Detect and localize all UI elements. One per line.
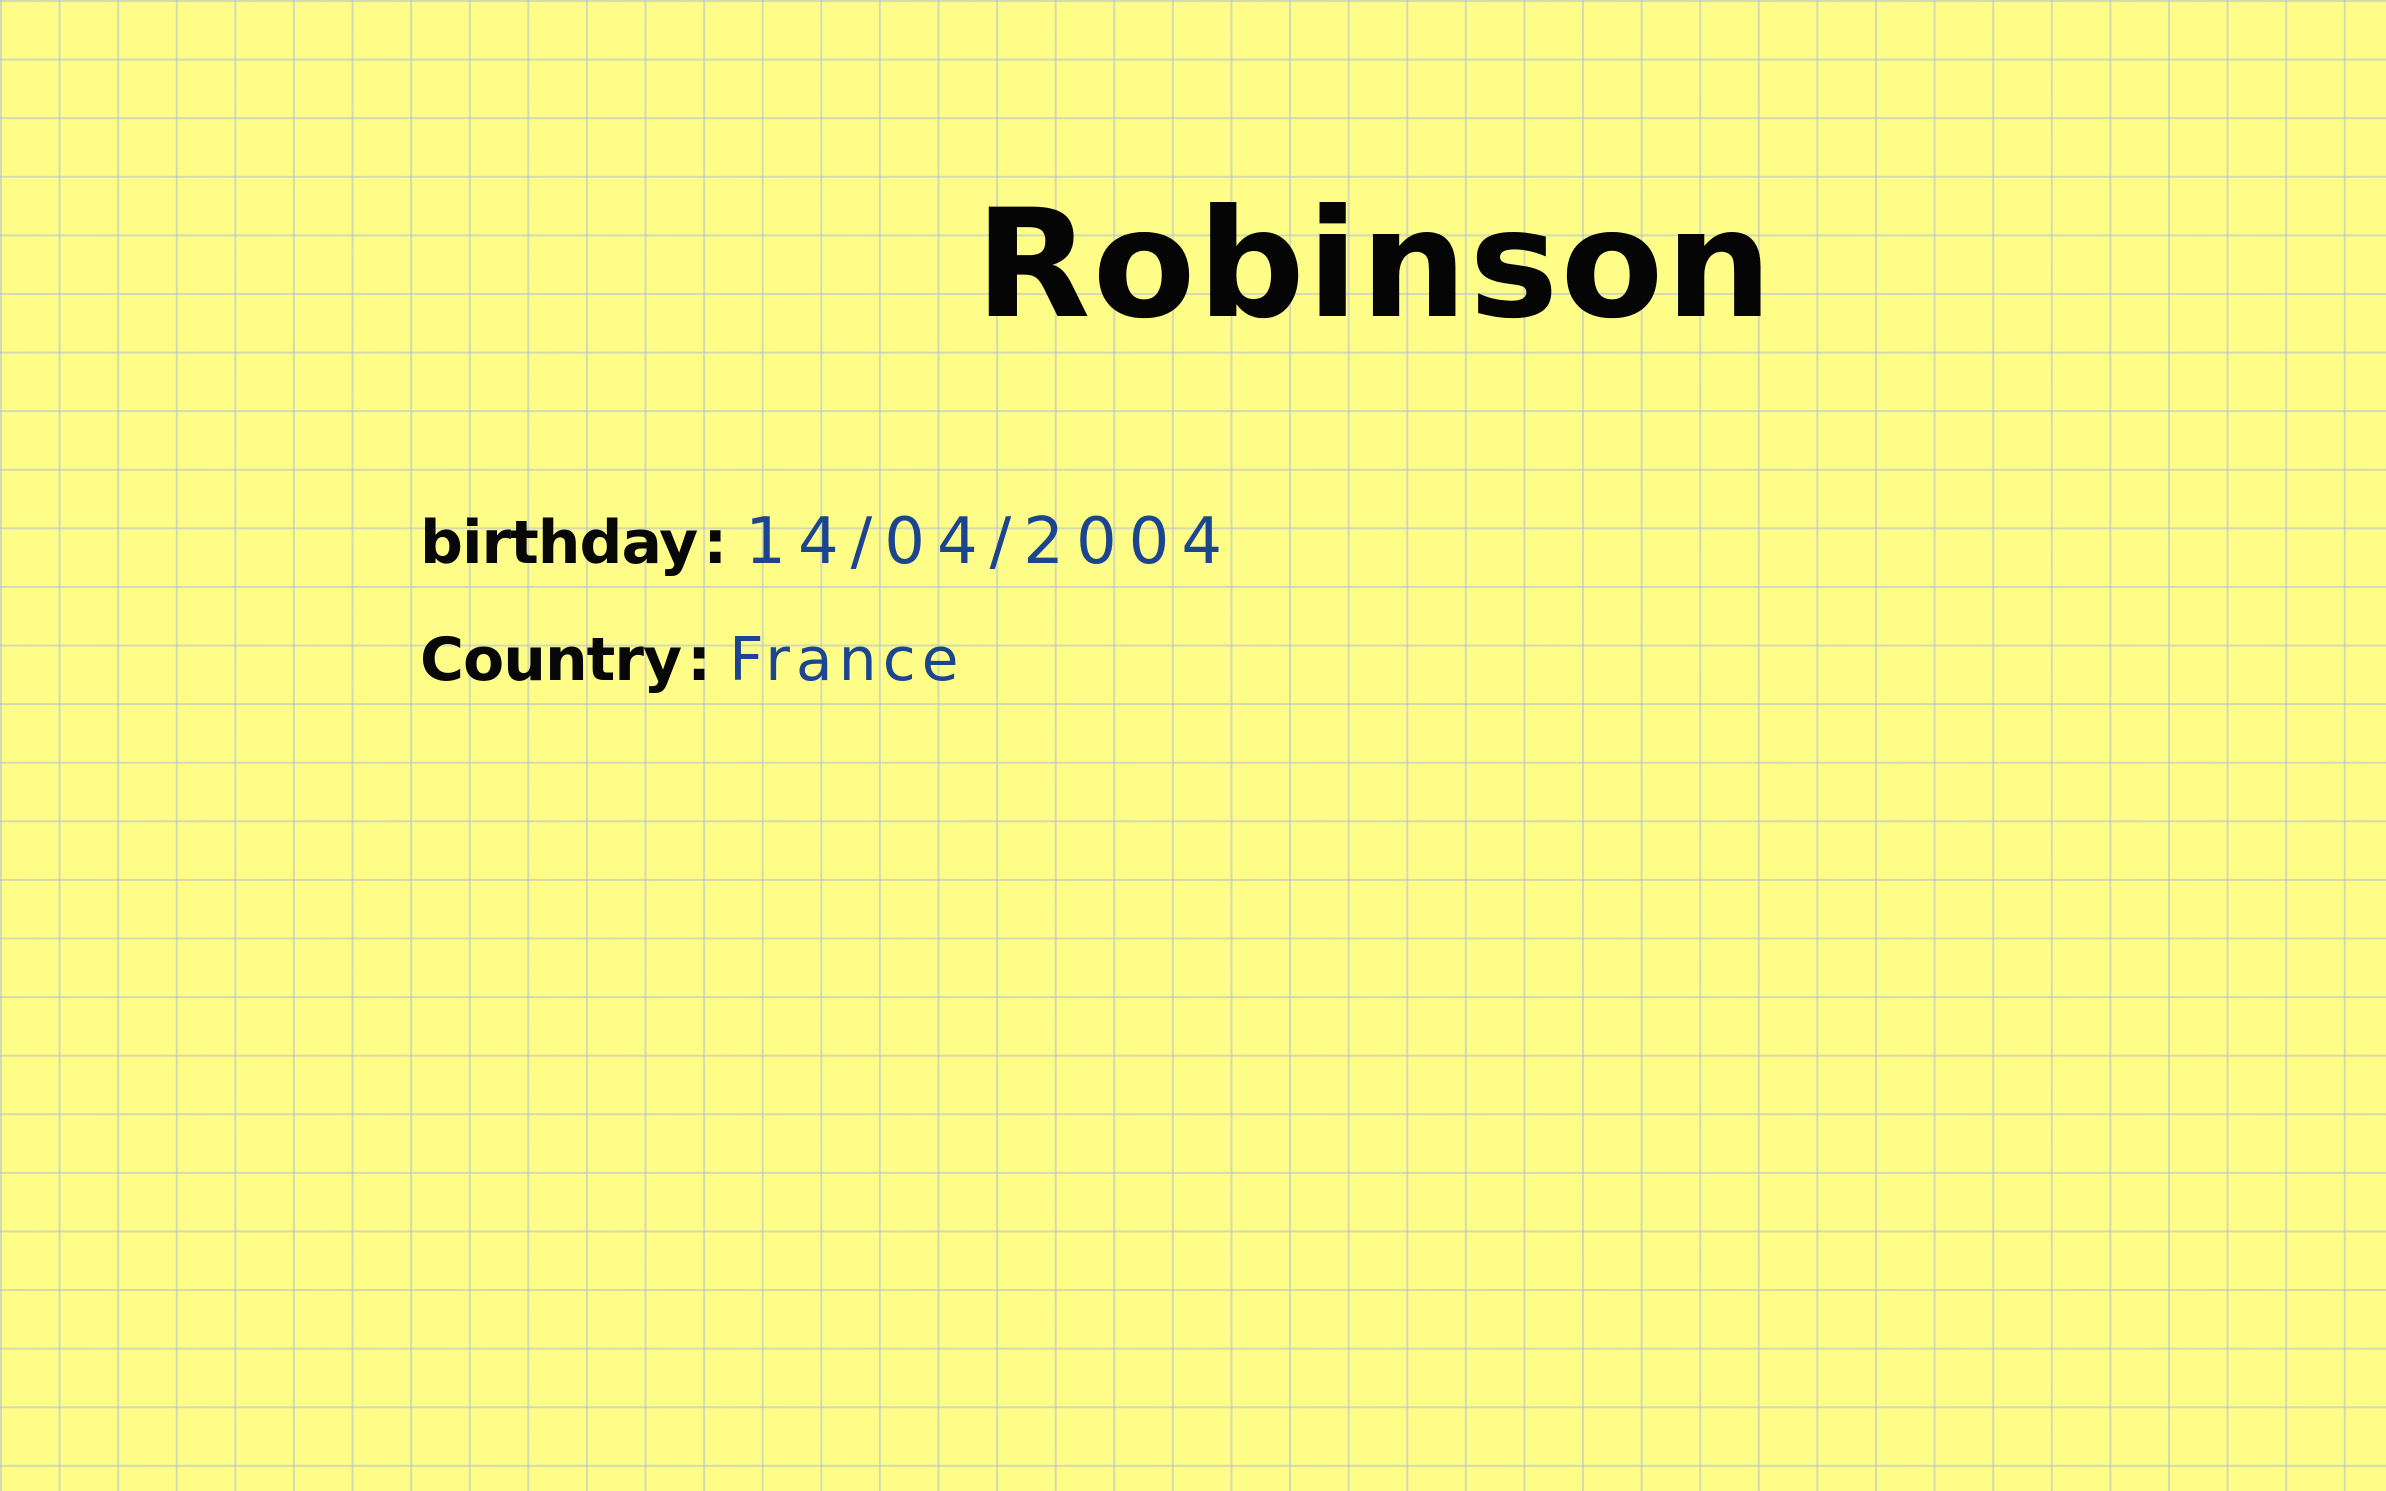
birthday-row: birthday:14/04/2004 [420,505,1234,615]
birthday-label: birthday [420,508,698,578]
birthday-separator: : [703,508,728,578]
country-label: Country [420,625,682,695]
birthday-value: 14/04/2004 [745,505,1235,579]
country-row: Country: France [420,625,965,735]
note-page: Robinson birthday:14/04/2004 Country: Fra… [0,0,2386,1491]
country-separator: : [687,625,712,695]
note-title: Robinson [975,178,1775,352]
country-value: France [729,625,965,695]
